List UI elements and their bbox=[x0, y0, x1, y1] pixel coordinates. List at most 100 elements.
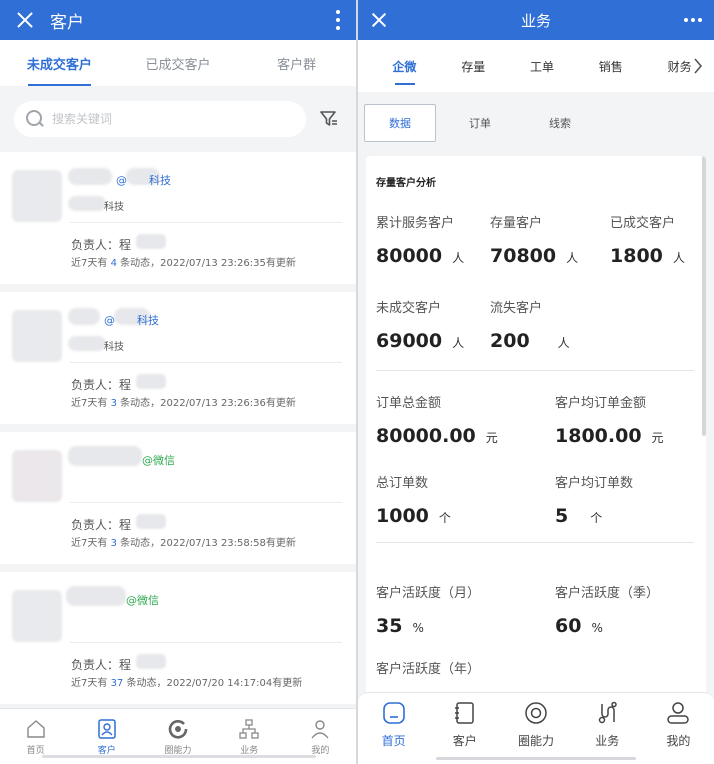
nav-label: 圈能力 bbox=[164, 745, 192, 756]
tab-stock[interactable]: 存量 bbox=[439, 48, 508, 85]
company-suffix: 科技 bbox=[104, 202, 124, 213]
activity-status: 近7天有 4 条动态，2022/07/13 23:26:35有更新 bbox=[71, 254, 296, 269]
subtab-leads[interactable]: 线索 bbox=[524, 104, 596, 142]
customer-card[interactable]: @ 科技 科技 负责人：程 近7天有 3 条动态，2022/07/13 23:2… bbox=[0, 292, 356, 424]
stat-activity-year: 客户活跃度（年） bbox=[376, 658, 480, 677]
home-indicator bbox=[42, 755, 316, 758]
scrollbar[interactable] bbox=[702, 156, 706, 436]
activity-status: 近7天有 37 条动态，2022/07/20 14:17:04有更新 bbox=[71, 674, 302, 689]
stat-unit: % bbox=[591, 621, 603, 635]
status-suffix: 条动态，2022/07/13 23:26:36有更新 bbox=[120, 398, 296, 409]
activity-status: 近7天有 3 条动态，2022/07/13 23:26:36有更新 bbox=[71, 394, 296, 409]
stat-value: 60 bbox=[555, 615, 582, 637]
nav-home[interactable]: 首页 bbox=[358, 693, 429, 764]
close-icon[interactable] bbox=[370, 11, 388, 29]
nav-label: 客户 bbox=[97, 745, 116, 756]
source-tag: @ 科技 bbox=[116, 174, 171, 187]
activity-status: 近7天有 3 条动态，2022/07/13 23:58:58有更新 bbox=[71, 534, 296, 549]
customer-list: @ 科技 科技 负责人：程 近7天有 4 条动态，2022/07/13 23:2… bbox=[0, 152, 356, 708]
subtab-data[interactable]: 数据 bbox=[364, 104, 436, 142]
source-tag: @微信 bbox=[142, 454, 175, 467]
status-suffix: 条动态，2022/07/13 23:26:35有更新 bbox=[120, 258, 296, 269]
sub-name-blurred bbox=[68, 336, 106, 351]
tab-customer-groups[interactable]: 客户群 bbox=[237, 40, 356, 86]
avatar bbox=[12, 310, 62, 362]
data-subtabs: 数据 订单 线索 bbox=[358, 92, 714, 154]
nav-label: 业务 bbox=[595, 734, 620, 748]
divider bbox=[376, 370, 694, 371]
nav-mine[interactable]: 我的 bbox=[643, 693, 714, 764]
status-prefix: 近7天有 bbox=[71, 678, 108, 689]
customer-tabs: 未成交客户 已成交客户 客户群 bbox=[0, 40, 356, 86]
business-icon bbox=[598, 701, 617, 724]
notebook-icon bbox=[454, 702, 474, 724]
customer-name-blurred bbox=[68, 168, 112, 185]
divider bbox=[376, 542, 694, 543]
stat-label: 未成交客户 bbox=[376, 301, 442, 316]
stat-unclosed: 未成交客户 69000 人 bbox=[376, 297, 464, 352]
stat-label: 客户活跃度（年） bbox=[376, 662, 481, 677]
stat-value: 80000.00 bbox=[376, 425, 476, 447]
nav-customer[interactable]: 客户 bbox=[429, 693, 500, 764]
stat-value: 80000 bbox=[376, 245, 443, 267]
stat-label: 总订单数 bbox=[376, 476, 429, 491]
stat-closed: 已成交客户 1800 人 bbox=[610, 212, 685, 267]
owner-name-blurred bbox=[136, 514, 166, 529]
more-horizontal-icon[interactable] bbox=[684, 18, 702, 22]
target-icon bbox=[525, 702, 547, 724]
status-prefix: 近7天有 bbox=[71, 538, 108, 549]
customer-name-blurred bbox=[68, 446, 142, 466]
stat-total-orders: 总订单数 1000 个 bbox=[376, 472, 451, 527]
more-vertical-icon[interactable] bbox=[330, 8, 346, 32]
stat-stock: 存量客户 70800 人 bbox=[490, 212, 578, 267]
owner-label: 负责人：程 bbox=[71, 518, 132, 532]
stat-value: 1800.00 bbox=[555, 425, 642, 447]
tab-wecom[interactable]: 企微 bbox=[370, 48, 439, 85]
owner-label: 负责人：程 bbox=[71, 238, 132, 252]
chevron-right-icon[interactable] bbox=[692, 56, 704, 76]
divider bbox=[70, 502, 342, 503]
stat-activity-month: 客户活跃度（月） 35% bbox=[376, 582, 480, 637]
search-icon bbox=[26, 110, 44, 128]
activity-count: 3 bbox=[110, 398, 117, 409]
search-row bbox=[0, 86, 356, 152]
nav-circle[interactable]: 圈能力 bbox=[500, 693, 571, 764]
tab-workorder[interactable]: 工单 bbox=[508, 48, 577, 85]
stat-unit: 人 bbox=[452, 251, 465, 265]
search-input[interactable] bbox=[52, 112, 272, 126]
stat-label: 客户均订单金额 bbox=[555, 396, 647, 411]
customer-card[interactable]: @微信 负责人：程 近7天有 37 条动态，2022/07/20 14:17:0… bbox=[0, 572, 356, 704]
nav-label: 首页 bbox=[381, 734, 406, 748]
stat-avg-orders: 客户均订单数 5 个 bbox=[555, 472, 633, 527]
page-title: 业务 bbox=[520, 11, 551, 30]
status-suffix: 条动态，2022/07/20 14:17:04有更新 bbox=[126, 678, 303, 689]
stat-total-served: 累计服务客户 80000 人 bbox=[376, 212, 464, 267]
business-tabs: 企微 存量 工单 销售 财务 bbox=[358, 40, 714, 92]
stat-unit: 个 bbox=[590, 511, 603, 525]
nav-label: 客户 bbox=[452, 734, 477, 748]
close-icon[interactable] bbox=[14, 9, 36, 31]
nav-business[interactable]: 业务 bbox=[572, 693, 643, 764]
stat-unit: 人 bbox=[452, 336, 465, 350]
business-screen: 业务 企微 存量 工单 销售 财务 数据 订单 线索 存量客户分析 累计服务客户… bbox=[358, 0, 714, 764]
sub-name-blurred bbox=[68, 196, 106, 211]
stat-unit: 个 bbox=[438, 511, 451, 525]
subtab-orders[interactable]: 订单 bbox=[444, 104, 516, 142]
tab-sales[interactable]: 销售 bbox=[576, 48, 645, 85]
stat-label: 客户均订单数 bbox=[555, 476, 634, 491]
source-tag: @微信 bbox=[126, 594, 159, 607]
stat-value: 35 bbox=[376, 615, 403, 637]
app-screens: 客户 未成交客户 已成交客户 客户群 @ 科技 bbox=[0, 0, 714, 764]
tab-unclosed-customers[interactable]: 未成交客户 bbox=[0, 40, 119, 86]
customer-card[interactable]: @微信 负责人：程 近7天有 3 条动态，2022/07/13 23:58:58… bbox=[0, 432, 356, 564]
person-icon bbox=[311, 719, 329, 738]
customer-card[interactable]: @ 科技 科技 负责人：程 近7天有 4 条动态，2022/07/13 23:2… bbox=[0, 152, 356, 284]
right-bottom-nav: 首页 客户 圈能力 业务 我的 bbox=[358, 692, 714, 764]
stat-unit: 人 bbox=[566, 251, 579, 265]
stat-unit: 元 bbox=[651, 431, 664, 445]
filter-icon[interactable] bbox=[320, 110, 338, 128]
stat-lost: 流失客户 200 人 bbox=[490, 297, 570, 352]
avatar bbox=[12, 450, 62, 502]
tab-closed-customers[interactable]: 已成交客户 bbox=[119, 40, 238, 86]
stat-activity-quarter: 客户活跃度（季） 60% bbox=[555, 582, 659, 637]
